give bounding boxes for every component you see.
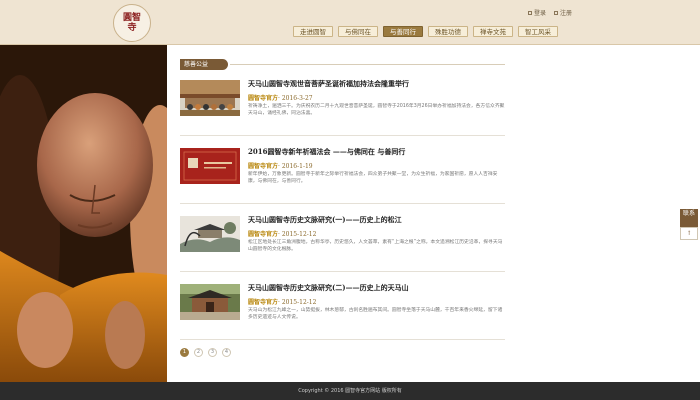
article-meta: 圆智寺官方· 2015-12-12 bbox=[248, 297, 316, 306]
article-title[interactable]: 天马山圆智寺观世音菩萨圣诞祈福加持法会隆重举行 bbox=[248, 79, 409, 89]
temple-logo[interactable]: 圓智寺 bbox=[113, 4, 151, 42]
auth-links: 登录 注册 bbox=[527, 8, 572, 17]
edit-icon bbox=[553, 10, 558, 15]
nav-item-literature[interactable]: 禅寺文苑 bbox=[473, 26, 513, 37]
article-thumbnail[interactable] bbox=[180, 80, 240, 116]
page-4-button[interactable]: 4 bbox=[222, 348, 231, 357]
article-source: 圆智寺官方 bbox=[248, 299, 279, 306]
article-title[interactable]: 天马山圆智寺历史文脉研究(一)——历史上的松江 bbox=[248, 215, 402, 225]
logo-text: 圓智寺 bbox=[122, 13, 141, 33]
register-link[interactable]: 注册 bbox=[553, 8, 572, 17]
article-thumbnail[interactable] bbox=[180, 148, 240, 184]
section-divider bbox=[230, 64, 505, 65]
nav-item-merit[interactable]: 殊胜功德 bbox=[428, 26, 468, 37]
user-icon bbox=[527, 10, 532, 15]
site-footer: Copyright © 2016 圆智寺官方网站 版权所有 bbox=[0, 382, 700, 400]
article-thumbnail[interactable] bbox=[180, 284, 240, 320]
contact-label: 联系 bbox=[682, 210, 695, 217]
article-meta: 圆智寺官方· 2016-1-19 bbox=[248, 161, 313, 170]
main-nav: 走进圆智 与佛同在 与善同行 殊胜功德 禅寺文苑 智工风采 bbox=[293, 26, 558, 37]
nav-item-charity[interactable]: 与善同行 bbox=[383, 26, 423, 37]
nav-item-about[interactable]: 走进圆智 bbox=[293, 26, 333, 37]
article-thumbnail[interactable] bbox=[180, 216, 240, 252]
article-item[interactable]: 天马山圆智寺历史文脉研究(二)——历史上的天马山 圆智寺官方· 2015-12-… bbox=[180, 282, 505, 340]
article-title[interactable]: 天马山圆智寺历史文脉研究(二)——历史上的天马山 bbox=[248, 283, 409, 293]
hero-monk-image bbox=[0, 45, 167, 382]
section-title: 慈善公益 bbox=[180, 59, 228, 70]
copyright-text: Copyright © 2016 圆智寺官方网站 版权所有 bbox=[298, 388, 402, 394]
article-meta: 圆智寺官方· 2015-12-12 bbox=[248, 229, 316, 238]
arrow-up-icon: ↑ bbox=[686, 230, 692, 237]
article-item[interactable]: 天马山圆智寺历史文脉研究(一)——历史上的松江 圆智寺官方· 2015-12-1… bbox=[180, 214, 505, 272]
article-source: 圆智寺官方 bbox=[248, 95, 279, 102]
article-source: 圆智寺官方 bbox=[248, 231, 279, 238]
article-summary: 新年伊始，万象更新。圆智寺于新年之际举行祈福法会，四众弟子共聚一堂，为众生祈福，… bbox=[248, 172, 498, 184]
article-date: · 2016-1-19 bbox=[278, 163, 313, 170]
article-meta: 圆智寺官方· 2016-3-27 bbox=[248, 93, 313, 102]
back-to-top-button[interactable]: ↑ bbox=[680, 227, 698, 240]
login-link[interactable]: 登录 bbox=[527, 8, 546, 17]
article-title[interactable]: 2016圆智寺新年祈福法会 ——与佛同在 与善同行 bbox=[248, 147, 405, 157]
nav-item-volunteers[interactable]: 智工风采 bbox=[518, 26, 558, 37]
article-date: · 2015-12-12 bbox=[278, 231, 317, 238]
page-1-button[interactable]: 1 bbox=[180, 348, 189, 357]
article-item[interactable]: 天马山圆智寺观世音菩萨圣诞祈福加持法会隆重举行 圆智寺官方· 2016-3-27… bbox=[180, 78, 505, 136]
article-source: 圆智寺官方 bbox=[248, 163, 279, 170]
article-summary: 祈祷净土，遍洒三千。为庆祝农历二月十九观世音菩萨圣诞，圆智寺于2016年3月26… bbox=[248, 104, 505, 116]
site-header: 圓智寺 登录 注册 走进圆智 与佛同在 与善同行 殊胜功德 禅寺文苑 智工风采 bbox=[0, 0, 700, 45]
article-date: · 2015-12-12 bbox=[278, 299, 317, 306]
article-item[interactable]: 2016圆智寺新年祈福法会 ——与佛同在 与善同行 圆智寺官方· 2016-1-… bbox=[180, 146, 505, 204]
nav-item-buddha[interactable]: 与佛同在 bbox=[338, 26, 378, 37]
side-toolbar: 联系 ↑ bbox=[680, 209, 698, 240]
page-2-button[interactable]: 2 bbox=[194, 348, 203, 357]
article-date: · 2016-3-27 bbox=[278, 95, 313, 102]
article-summary: 松江区地处长江三角洲腹地，古称华亭，历史悠久，人文荟萃，素有“上海之根”之称。本… bbox=[248, 240, 503, 252]
page-3-button[interactable]: 3 bbox=[208, 348, 217, 357]
pagination: 1 2 3 4 bbox=[180, 348, 231, 357]
contact-button[interactable]: 联系 bbox=[680, 209, 698, 227]
article-summary: 天马山为松江九峰之一，山势挺拔，林木葱郁，古刹名胜遍布其间。圆智寺坐落于天马山麓… bbox=[248, 308, 503, 320]
